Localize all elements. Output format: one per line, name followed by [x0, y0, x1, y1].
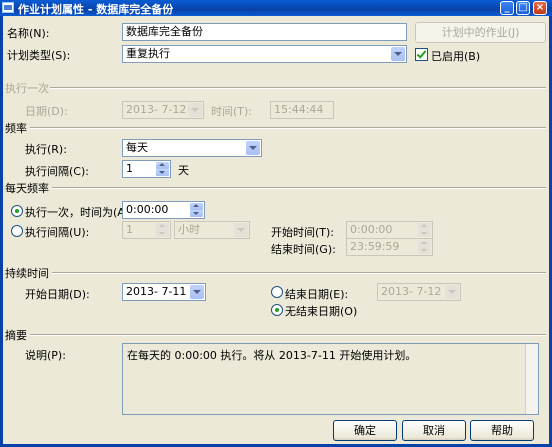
name-input[interactable]: 数据库完全备份 — [122, 23, 407, 41]
once-at-value: 0:00:00 — [126, 203, 169, 216]
once-time-label: 时间(T): — [211, 105, 253, 118]
window-icon — [2, 2, 14, 13]
spinner-icon[interactable] — [418, 240, 431, 254]
no-end-date-label: 无结束日期(O) — [285, 305, 358, 318]
interval-label: 执行间隔(C): — [25, 165, 89, 178]
divider — [52, 187, 546, 189]
once-time-input[interactable]: 15:44:44 — [270, 101, 334, 119]
interval-unit: 天 — [178, 164, 189, 177]
window-title: 作业计划属性 - 数据库完全备份 — [18, 3, 174, 16]
ok-button[interactable]: 确定 — [333, 420, 397, 441]
enabled-label: 已启用(B) — [431, 50, 481, 63]
description-textarea[interactable]: 在每天的 0:00:00 执行。将从 2013-7-11 开始使用计划。 — [122, 343, 539, 415]
no-end-date-radio[interactable] — [271, 304, 283, 316]
section-frequency: 频率 — [5, 122, 27, 135]
spinner-icon[interactable] — [156, 223, 169, 237]
end-time-value: 23:59:59 — [350, 240, 400, 253]
title-bar[interactable]: 作业计划属性 - 数据库完全备份 _ □ × — [0, 0, 552, 16]
end-time-label: 结束时间(G): — [271, 243, 336, 256]
chevron-down-icon[interactable] — [246, 141, 260, 155]
end-date-select[interactable]: 2013- 7-12 — [377, 283, 461, 301]
divider — [52, 272, 546, 274]
divider — [30, 127, 546, 129]
schedule-type-value: 重复执行 — [126, 47, 170, 60]
section-duration: 持续时间 — [5, 267, 49, 280]
once-time-value: 15:44:44 — [274, 103, 324, 116]
start-time-label: 开始时间(T): — [271, 226, 335, 239]
cancel-button[interactable]: 取消 — [402, 420, 466, 441]
chevron-down-icon[interactable] — [445, 285, 459, 299]
every-unit-select[interactable]: 小时 — [174, 221, 250, 239]
once-date-value: 2013- 7-12 — [126, 103, 187, 116]
section-summary: 摘要 — [5, 329, 27, 342]
divider — [30, 334, 546, 336]
spinner-icon[interactable] — [156, 162, 169, 176]
description-text: 在每天的 0:00:00 执行。将从 2013-7-11 开始使用计划。 — [127, 349, 417, 362]
start-time-value: 0:00:00 — [350, 223, 393, 236]
description-label: 说明(P): — [25, 349, 66, 362]
occurs-select[interactable]: 每天 — [122, 139, 262, 157]
enabled-checkbox[interactable] — [415, 48, 428, 61]
maximize-button[interactable]: □ — [516, 1, 530, 15]
start-date-value: 2013- 7-11 — [126, 285, 187, 298]
chevron-down-icon[interactable] — [190, 285, 204, 299]
every-value: 1 — [126, 223, 133, 236]
interval-spinner[interactable]: 1 — [122, 160, 171, 178]
section-daily-frequency: 每天频率 — [5, 182, 49, 195]
section-run-once: 执行一次 — [5, 82, 49, 95]
end-date-label: 结束日期(E): — [285, 288, 349, 301]
every-label: 执行间隔(U): — [25, 226, 90, 239]
start-date-select[interactable]: 2013- 7-11 — [122, 283, 206, 301]
spinner-icon[interactable] — [190, 203, 203, 217]
jobs-in-schedule-button[interactable]: 计划中的作业(J) — [415, 22, 546, 43]
chevron-down-icon[interactable] — [188, 103, 202, 117]
occurs-value: 每天 — [126, 141, 148, 154]
chevron-down-icon[interactable] — [391, 47, 405, 61]
help-button[interactable]: 帮助 — [470, 420, 534, 441]
schedule-type-select[interactable]: 重复执行 — [122, 45, 407, 63]
once-at-radio[interactable] — [11, 205, 23, 217]
end-date-radio[interactable] — [271, 286, 283, 298]
once-at-time-input[interactable]: 0:00:00 — [122, 201, 205, 219]
end-date-value: 2013- 7-12 — [381, 285, 442, 298]
chevron-down-icon[interactable] — [234, 223, 248, 237]
divider — [50, 87, 546, 89]
once-date-select[interactable]: 2013- 7-12 — [122, 101, 204, 119]
close-button[interactable]: × — [533, 1, 547, 15]
start-time-input[interactable]: 0:00:00 — [346, 221, 433, 239]
name-label: 名称(N): — [7, 27, 50, 40]
every-spinner[interactable]: 1 — [122, 221, 171, 239]
interval-value: 1 — [126, 162, 133, 175]
every-radio[interactable] — [11, 225, 23, 237]
schedule-type-label: 计划类型(S): — [7, 49, 71, 62]
scrollbar[interactable] — [525, 344, 538, 414]
occurs-label: 执行(R): — [25, 143, 67, 156]
once-at-label: 执行一次，时间为(A): — [25, 206, 133, 219]
every-unit-value: 小时 — [178, 223, 200, 236]
once-date-label: 日期(D): — [25, 105, 68, 118]
minimize-button[interactable]: _ — [500, 1, 514, 15]
start-date-label: 开始日期(D): — [25, 288, 90, 301]
spinner-icon[interactable] — [418, 223, 431, 237]
end-time-input[interactable]: 23:59:59 — [346, 238, 433, 256]
